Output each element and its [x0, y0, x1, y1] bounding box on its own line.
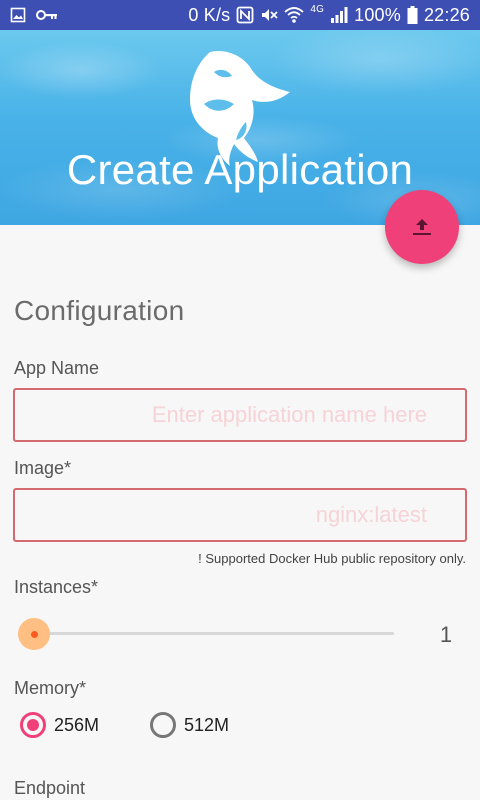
mute-icon: [260, 6, 278, 24]
image-helper-text: ! Supported Docker Hub public repository…: [198, 551, 466, 566]
network-speed: 0 K/s: [188, 4, 231, 25]
upload-button[interactable]: [385, 190, 459, 264]
radio-checked-icon: [20, 712, 46, 738]
radio-dot: [27, 719, 39, 731]
slider-track: [34, 632, 394, 635]
memory-option-256m[interactable]: 256M: [20, 712, 99, 738]
status-bar-left: [10, 7, 58, 23]
slider-thumb-dot: [30, 630, 38, 638]
wifi-icon: [284, 6, 304, 24]
instances-slider[interactable]: [18, 618, 394, 650]
status-bar: 0 K/s 4G 100% 22:26: [0, 0, 480, 30]
battery-icon: [407, 6, 418, 24]
app-name-label: App Name: [14, 358, 100, 378]
section-title: Configuration: [14, 295, 185, 326]
image-label: Image*: [14, 458, 72, 478]
battery-percent: 100%: [354, 4, 401, 25]
radio-unchecked-icon: [150, 712, 176, 738]
status-bar-right: 0 K/s 4G 100% 22:26: [188, 3, 470, 26]
image-icon: [10, 7, 26, 23]
slider-thumb[interactable]: [18, 618, 50, 650]
clock: 22:26: [423, 4, 470, 25]
memory-option-label: 256M: [54, 714, 100, 735]
key-icon: [36, 8, 58, 22]
instances-value: 1: [439, 622, 453, 647]
nfc-icon: [236, 6, 254, 24]
upload-icon: [413, 219, 431, 235]
network-type: 4G: [310, 3, 325, 15]
page-title: Create Application: [66, 146, 414, 193]
image-input[interactable]: [13, 488, 467, 542]
memory-label: Memory*: [14, 678, 87, 698]
memory-option-label: 512M: [184, 714, 230, 735]
signal-icon: [330, 6, 348, 24]
memory-option-512m[interactable]: 512M: [150, 712, 229, 738]
instances-label: Instances*: [14, 577, 99, 597]
screen: 0 K/s 4G 100% 22:26 Create Application C…: [0, 0, 480, 800]
endpoint-label: Endpoint: [14, 778, 86, 798]
app-name-input[interactable]: [13, 388, 467, 442]
